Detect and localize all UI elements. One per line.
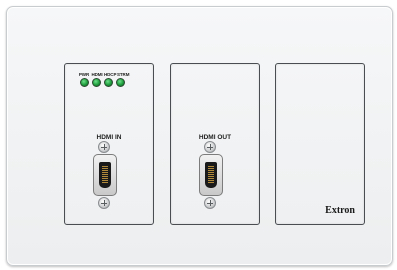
blank-module: Extron xyxy=(275,63,365,225)
status-leds xyxy=(80,78,125,87)
led-label-strm: STRM xyxy=(117,72,130,77)
screw-icon xyxy=(98,197,110,209)
led-labels: PWR HDMI HDCP STRM xyxy=(78,72,130,77)
hdmi-in-module: PWR HDMI HDCP STRM HDMI IN xyxy=(64,63,154,225)
brand-logo: Extron xyxy=(325,205,355,216)
hdmi-pins xyxy=(102,166,108,184)
hdmi-in-port[interactable] xyxy=(93,154,117,196)
hdmi-pins xyxy=(208,166,214,184)
wall-plate: PWR HDMI HDCP STRM HDMI IN HDMI OUT Extr… xyxy=(6,6,393,266)
hdmi-led-icon xyxy=(92,78,101,87)
hdmi-out-module: HDMI OUT xyxy=(170,63,260,225)
screw-icon xyxy=(98,141,110,153)
hdmi-out-port[interactable] xyxy=(199,154,223,196)
led-label-hdmi: HDMI xyxy=(91,72,103,77)
led-label-hdcp: HDCP xyxy=(104,72,117,77)
hdmi-connector-icon xyxy=(205,162,217,188)
strm-led-icon xyxy=(116,78,125,87)
hdmi-connector-icon xyxy=(99,162,111,188)
hdcp-led-icon xyxy=(104,78,113,87)
led-label-pwr: PWR xyxy=(78,72,90,77)
pwr-led-icon xyxy=(80,78,89,87)
hdmi-out-label: HDMI OUT xyxy=(198,134,232,141)
hdmi-in-label: HDMI IN xyxy=(96,134,122,141)
screw-icon xyxy=(204,197,216,209)
screw-icon xyxy=(204,141,216,153)
